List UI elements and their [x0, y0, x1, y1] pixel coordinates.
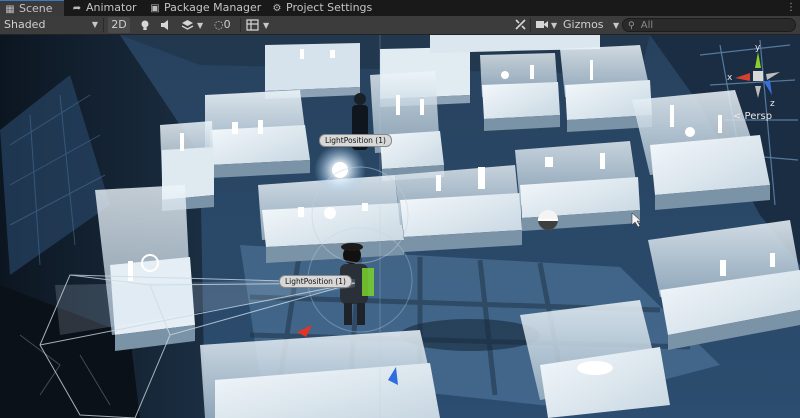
toolbar-divider — [103, 18, 104, 32]
gear-icon: ⚙ — [272, 3, 282, 14]
projection-toggle[interactable]: < Persp — [733, 111, 772, 122]
grid-dropdown-chevron-icon[interactable]: ▼ — [263, 16, 269, 34]
search-placeholder: All — [640, 20, 654, 31]
package-icon: ▣ — [150, 3, 160, 14]
gizmos-dropdown[interactable]: Gizmos ▼ — [563, 16, 619, 34]
toolbar-divider — [240, 18, 241, 32]
editor-tab-bar: ▦ Scene ➦ Animator ▣ Package Manager ⚙ Proje… — [0, 0, 800, 17]
gizmo-center-cube[interactable] — [753, 71, 763, 81]
2d-mode-button[interactable]: 2D — [108, 17, 130, 33]
animator-icon: ➦ — [72, 3, 82, 14]
shading-mode-dropdown[interactable]: Shaded ▼ — [4, 16, 100, 34]
tab-project-settings-label: Project Settings — [286, 1, 373, 14]
tab-package-manager[interactable]: ▣ Package Manager — [149, 0, 261, 16]
museum-scene-render — [0, 35, 800, 418]
orientation-gizmo[interactable]: y x z — [722, 40, 794, 115]
tab-scene[interactable]: ▦ Scene — [0, 0, 64, 16]
axis-neg-y-handle[interactable] — [755, 86, 761, 98]
axis-z-label: z — [770, 99, 775, 109]
toolbar-divider — [530, 18, 531, 32]
axis-y-label: y — [755, 43, 761, 53]
axis-neg-x-handle[interactable] — [766, 72, 780, 80]
light-position-label[interactable]: LightPosition (1) — [319, 134, 392, 147]
effects-dropdown-chevron-icon[interactable]: ▼ — [197, 16, 203, 34]
tab-animator[interactable]: ➦ Animator — [71, 0, 137, 16]
scene-toolbar: Shaded ▼ 2D ▼ ◌0 ▼ ▼ Gizmos ▼ ⚲ All — [0, 16, 800, 35]
tab-scene-label: Scene — [19, 2, 53, 15]
chevron-down-icon: ▼ — [613, 21, 620, 30]
scene-search-input[interactable]: ⚲ All — [622, 18, 796, 32]
grid-snapping-icon[interactable] — [246, 16, 259, 34]
hidden-objects-count: 0 — [223, 18, 231, 31]
tab-package-manager-label: Package Manager — [164, 1, 262, 14]
scene-visibility-toggle[interactable]: ◌0 — [214, 16, 231, 34]
light-position-label[interactable]: LightPosition (1) — [279, 275, 352, 288]
axis-z-handle[interactable] — [764, 80, 772, 95]
lighting-toggle-icon[interactable] — [138, 16, 152, 34]
effects-layers-icon[interactable] — [180, 16, 194, 34]
tab-project-settings[interactable]: ⚙ Project Settings — [271, 0, 373, 16]
tools-icon[interactable] — [514, 16, 527, 34]
eye-slash-icon: ◌ — [214, 18, 224, 31]
axis-y-handle[interactable] — [755, 52, 761, 68]
tab-animator-label: Animator — [86, 1, 137, 14]
axis-x-handle[interactable] — [735, 73, 750, 81]
scene-viewport[interactable]: LightPosition (1) LightPosition (1) y x … — [0, 35, 800, 418]
camera-dropdown-chevron-icon[interactable]: ▼ — [551, 16, 557, 34]
camera-icon[interactable] — [535, 16, 549, 34]
search-icon: ⚲ — [628, 21, 635, 31]
gizmos-label: Gizmos — [563, 18, 604, 31]
audio-toggle-icon[interactable] — [158, 16, 174, 34]
shading-mode-value: Shaded — [4, 18, 46, 31]
tab-menu-icon[interactable]: ⋮ — [786, 0, 796, 16]
axis-x-label: x — [727, 73, 733, 83]
chevron-down-icon: ▼ — [91, 20, 98, 29]
